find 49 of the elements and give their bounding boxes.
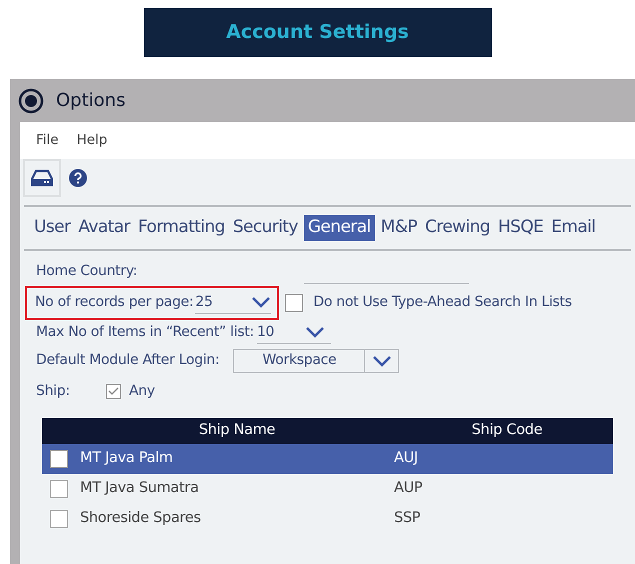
- dropdown-value: Workspace: [262, 351, 338, 370]
- menu-item[interactable]: File: [36, 130, 59, 151]
- tab[interactable]: General: [304, 215, 375, 240]
- table-row[interactable]: Shoreside Spares SSP: [42, 504, 613, 534]
- table-cell-text: AUJ: [394, 448, 418, 468]
- checkbox[interactable]: [106, 384, 121, 399]
- checkbox[interactable]: [285, 294, 304, 312]
- menu-item[interactable]: Help: [76, 130, 108, 151]
- field-label: Max No of Items in “Recent” list:: [36, 323, 254, 342]
- dropdown-value: 25: [195, 292, 213, 312]
- column-header: Ship Name: [198, 420, 276, 440]
- chevron-down-icon[interactable]: [372, 354, 392, 366]
- table-cell-text: AUP: [394, 478, 422, 498]
- table-row[interactable]: MT Java Palm AUJ: [42, 444, 613, 474]
- tab[interactable]: Formatting: [136, 215, 227, 240]
- tab[interactable]: Security: [230, 215, 300, 240]
- toolbar-button[interactable]: [23, 159, 61, 197]
- tab[interactable]: Crewing: [423, 215, 492, 240]
- dropdown-value: 10: [256, 322, 274, 342]
- chevron-down-icon[interactable]: [304, 326, 325, 338]
- checkbox[interactable]: [50, 480, 68, 498]
- field-label: No of records per page:: [35, 293, 194, 312]
- table-cell-text: SSP: [394, 508, 420, 528]
- radio-icon: [18, 88, 44, 114]
- drive-icon: [31, 169, 53, 187]
- recent-dropdown[interactable]: 10: [256, 322, 331, 344]
- checkbox-label: Do not Use Type-Ahead Search In Lists: [313, 293, 572, 312]
- checkbox-label: Any: [129, 382, 155, 401]
- field-label: Home Country:: [36, 262, 138, 281]
- records-dropdown[interactable]: 25: [195, 292, 272, 314]
- field-label: Ship:: [36, 382, 71, 401]
- banner-title: Account Settings: [144, 8, 492, 57]
- tab[interactable]: HSQE: [496, 215, 546, 240]
- chevron-down-icon[interactable]: [251, 296, 272, 308]
- window-title: Options: [56, 89, 126, 113]
- table-cell-text: MT Java Sumatra: [80, 478, 200, 498]
- help-icon[interactable]: [69, 169, 87, 187]
- tab[interactable]: User: [32, 215, 72, 240]
- table-cell-text: Shoreside Spares: [80, 508, 202, 528]
- tab[interactable]: M&P: [378, 215, 420, 240]
- module-dropdown[interactable]: Workspace: [233, 348, 400, 372]
- checkbox[interactable]: [50, 510, 68, 528]
- checkbox[interactable]: [50, 450, 68, 468]
- column-header: Ship Code: [470, 420, 544, 440]
- table-cell-text: MT Java Palm: [80, 448, 174, 468]
- field-label: Default Module After Login:: [36, 351, 220, 370]
- tab[interactable]: Email: [549, 215, 598, 240]
- table-row[interactable]: MT Java Sumatra AUP: [42, 474, 613, 504]
- tab[interactable]: Avatar: [76, 215, 132, 240]
